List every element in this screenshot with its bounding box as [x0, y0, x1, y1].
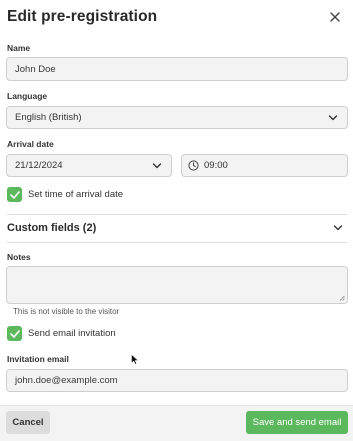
clock-icon: [188, 160, 199, 171]
name-value: John Doe: [15, 63, 56, 75]
name-label: Name: [7, 43, 31, 53]
language-label: Language: [7, 91, 48, 101]
invitation-email-label: Invitation email: [7, 354, 69, 364]
language-value: English (British): [15, 112, 82, 123]
arrival-time-field[interactable]: 09:00: [181, 154, 348, 177]
custom-fields-toggle[interactable]: Custom fields (2): [0, 216, 353, 240]
arrival-date-label: Arrival date: [7, 139, 54, 149]
divider: [7, 214, 347, 215]
divider: [7, 242, 347, 243]
invitation-email-value: john.doe@example.com: [15, 375, 118, 386]
chevron-down-icon: [152, 162, 162, 168]
send-invitation-checkbox[interactable]: [7, 326, 22, 341]
notes-textarea[interactable]: [6, 266, 348, 304]
invitation-email-field[interactable]: john.doe@example.com: [6, 369, 348, 392]
resize-handle-icon[interactable]: [339, 295, 345, 301]
cancel-button[interactable]: Cancel: [6, 411, 50, 434]
notes-helper-text: This is not visible to the visitor: [13, 307, 120, 316]
arrival-date-select[interactable]: 21/12/2024: [6, 154, 172, 177]
set-time-label: Set time of arrival date: [28, 189, 124, 200]
check-icon: [9, 190, 20, 199]
notes-label: Notes: [7, 252, 31, 262]
set-time-checkbox[interactable]: [7, 187, 22, 202]
chevron-down-icon: [333, 225, 343, 231]
custom-fields-title: Custom fields (2): [7, 222, 97, 234]
check-icon: [9, 329, 20, 338]
save-and-send-button[interactable]: Save and send email: [246, 411, 348, 434]
dialog-title: Edit pre-registration: [7, 8, 158, 25]
dialog-header: Edit pre-registration: [0, 0, 353, 34]
mouse-cursor-icon: [131, 354, 139, 365]
name-field[interactable]: John Doe: [6, 57, 348, 81]
language-select[interactable]: English (British): [6, 106, 348, 129]
arrival-time-value: 09:00: [204, 160, 228, 171]
send-invitation-label: Send email invitation: [28, 328, 116, 339]
chevron-down-icon: [328, 114, 338, 120]
close-icon[interactable]: [325, 7, 345, 27]
arrival-date-value: 21/12/2024: [15, 160, 63, 171]
